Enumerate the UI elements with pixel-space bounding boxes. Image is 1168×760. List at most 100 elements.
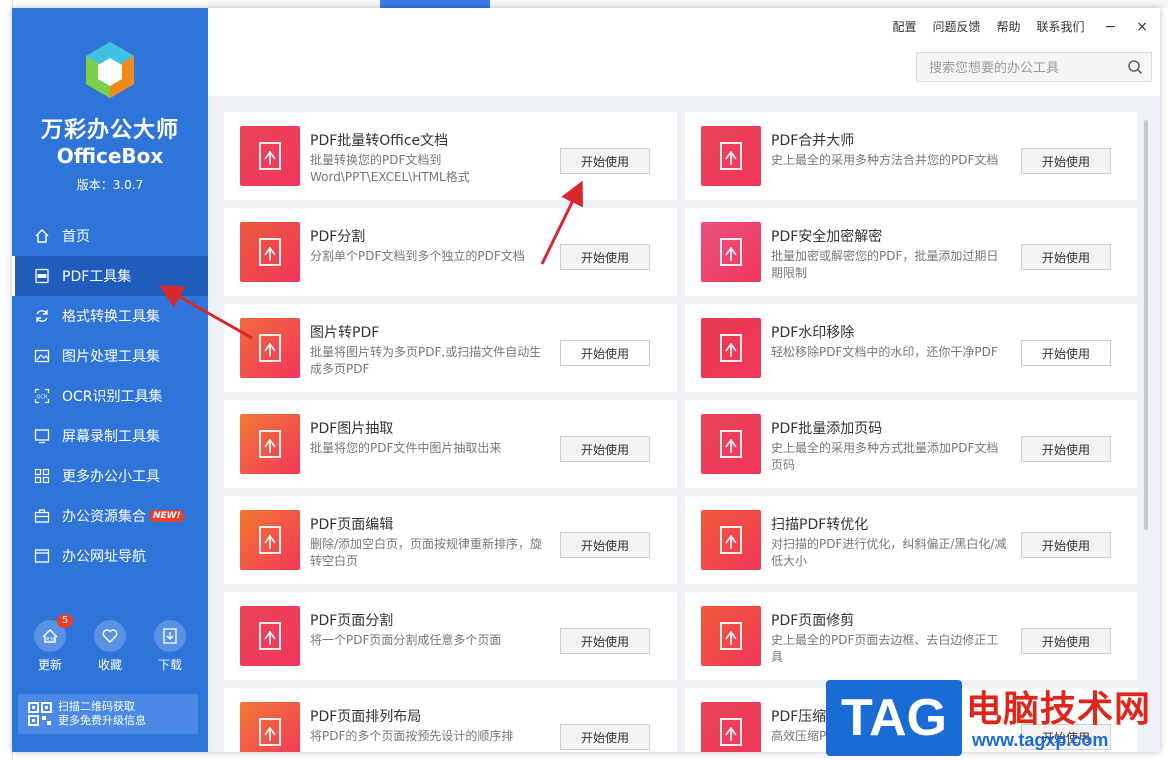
update-count-badge: 5 <box>57 614 73 628</box>
tool-title: PDF分割 <box>310 229 366 245</box>
qr-line-1: 扫描二维码获取 <box>58 700 135 713</box>
start-button[interactable]: 开始使用 <box>560 340 650 366</box>
qr-text: 扫描二维码获取 更多免费升级信息 <box>58 700 146 728</box>
sidebar-item-home[interactable]: 首页 <box>12 216 208 256</box>
start-button[interactable]: 开始使用 <box>560 532 650 558</box>
extract-image-icon <box>240 414 300 474</box>
sidebar-nav: 首页 PDF工具集 格式转换工具集 图片处理工具集 OCR OCR识别工具集 屏… <box>12 216 208 576</box>
tool-description: 史上最全的采用多种方式批量添加PDF文档页码 <box>771 441 999 472</box>
start-button[interactable]: 开始使用 <box>1021 340 1111 366</box>
menu-settings[interactable]: 配置 <box>892 18 916 35</box>
minimize-button[interactable]: − <box>1105 19 1117 35</box>
search-icon[interactable] <box>1127 59 1143 75</box>
sidebar-item-screen-record[interactable]: 屏幕录制工具集 <box>12 416 208 456</box>
tool-description: 对扫描的PDF进行优化，纠斜偏正/黑白化/减低大小 <box>771 537 1007 568</box>
sidebar-item-pdf-tools[interactable]: PDF工具集 <box>12 256 208 296</box>
tool-card[interactable]: PDF页面排列布局 将PDF的多个页面按预先设计的顺序排 开始使用 <box>224 688 677 752</box>
app-name-en: OfficeBox <box>56 144 164 168</box>
favorite-button[interactable]: 收藏 <box>85 620 135 673</box>
briefcase-icon <box>34 508 50 524</box>
tool-card[interactable]: PDF页面编辑删除/添加空白页，页面按规律重新排序，旋转空白页 开始使用 <box>224 496 677 584</box>
version-text: 版本：3.0.7 <box>12 176 208 193</box>
tool-title: PDF压缩 <box>771 709 827 725</box>
tool-card[interactable]: 图片转PDF 批量将图片转为多页PDF,或扫描文件自动生成多页PDF 开始使用 <box>224 304 677 392</box>
tool-card[interactable]: PDF批量转Office文档 批量转换您的PDF文档到Word\PPT\EXCEL… <box>224 112 677 200</box>
close-button[interactable]: × <box>1136 19 1148 35</box>
sidebar-item-ocr[interactable]: OCR OCR识别工具集 <box>12 376 208 416</box>
sidebar-item-more-tools[interactable]: 更多办公小工具 <box>12 456 208 496</box>
home-icon <box>34 228 50 244</box>
tool-card[interactable]: PDF分割 分割单个PDF文档到多个独立的PDF文档 开始使用 <box>224 208 677 296</box>
sidebar-item-web-nav[interactable]: 办公网址导航 <box>12 536 208 576</box>
search-input[interactable] <box>917 53 1121 83</box>
monitor-icon <box>34 428 50 444</box>
watermark-logo: TAG <box>826 680 962 756</box>
sidebar-item-label: OCR识别工具集 <box>62 389 163 405</box>
sidebar-item-image-tools[interactable]: 图片处理工具集 <box>12 336 208 376</box>
tool-title: 图片转PDF <box>310 325 380 341</box>
site-watermark: TAG 电脑技术网 www.tagxp.com <box>826 676 1166 760</box>
officebox-window: 万彩办公大师 OfficeBox 版本：3.0.7 首页 PDF工具集 格式转换… <box>12 8 1160 752</box>
watermark-title: 电脑技术网 <box>966 689 1152 730</box>
sidebar-actions: NEW 5 更新 收藏 下载 <box>12 614 208 673</box>
qr-promo[interactable]: 扫描二维码获取 更多免费升级信息 <box>18 694 198 734</box>
start-button[interactable]: 开始使用 <box>1021 628 1111 654</box>
menu-contact[interactable]: 联系我们 <box>1037 18 1085 35</box>
split-icon <box>240 222 300 282</box>
sidebar-item-format-convert[interactable]: 格式转换工具集 <box>12 296 208 336</box>
tool-title: PDF页面分割 <box>310 613 394 629</box>
start-button[interactable]: 开始使用 <box>560 148 650 174</box>
tool-card[interactable]: PDF水印移除 轻松移除PDF文档中的水印，还你干净PDF 开始使用 <box>685 304 1138 392</box>
sidebar-item-label: 办公网址导航 <box>62 549 146 565</box>
watermark-icon <box>701 318 761 378</box>
tool-title: PDF图片抽取 <box>310 421 394 437</box>
tool-title: PDF页面编辑 <box>310 517 394 533</box>
start-button[interactable]: 开始使用 <box>560 628 650 654</box>
tool-card[interactable]: PDF批量添加页码 史上最全的采用多种方式批量添加PDF文档页码 开始使用 <box>685 400 1138 488</box>
start-button[interactable]: 开始使用 <box>560 436 650 462</box>
compress-icon <box>701 702 761 752</box>
background-search-button <box>380 0 490 8</box>
new-badge: NEW! <box>150 510 184 522</box>
crop-icon <box>701 606 761 666</box>
watermark-url: www.tagxp.com <box>972 730 1109 750</box>
tool-card[interactable]: PDF安全加密解密 批量加密或解密您的PDF，批量添加过期日期限制 开始使用 <box>685 208 1138 296</box>
start-button[interactable]: 开始使用 <box>1021 436 1111 462</box>
tool-card[interactable]: PDF图片抽取批量将您的PDF文件中图片抽取出来 开始使用 <box>224 400 677 488</box>
download-button[interactable]: 下载 <box>145 620 195 673</box>
sidebar: 万彩办公大师 OfficeBox 版本：3.0.7 首页 PDF工具集 格式转换… <box>12 8 208 752</box>
tool-card[interactable]: PDF合并大师 史上最全的采用多种方法合并您的PDF文档 开始使用 <box>685 112 1138 200</box>
search-box <box>916 52 1152 83</box>
tool-card[interactable]: 扫描PDF转优化对扫描的PDF进行优化，纠斜偏正/黑白化/减低大小 开始使用 <box>685 496 1138 584</box>
background-browser-bar <box>208 0 1168 8</box>
start-button[interactable]: 开始使用 <box>1021 148 1111 174</box>
tool-description: 史上最全的采用多种方法合并您的PDF文档 <box>771 153 999 167</box>
tool-title: PDF水印移除 <box>771 325 855 341</box>
sidebar-item-label: 首页 <box>62 229 90 245</box>
layout-icon <box>240 702 300 752</box>
menu-feedback[interactable]: 问题反馈 <box>932 18 980 35</box>
ocr-icon: OCR <box>34 388 50 404</box>
tool-description: 批量加密或解密您的PDF，批量添加过期日期限制 <box>771 249 999 280</box>
pdf-icon <box>34 268 50 284</box>
start-button[interactable]: 开始使用 <box>560 724 650 750</box>
merge-icon <box>701 126 761 186</box>
tool-card[interactable]: PDF页面修剪 史上最全的PDF页面去边框、去白边修正工具 开始使用 <box>685 592 1138 680</box>
start-button[interactable]: 开始使用 <box>560 244 650 270</box>
tool-card[interactable]: PDF页面分割 将一个PDF页面分割成任意多个页面 开始使用 <box>224 592 677 680</box>
tool-title: 扫描PDF转优化 <box>771 517 869 533</box>
sidebar-item-office-resources[interactable]: 办公资源集合 NEW! <box>12 496 208 536</box>
tool-description: 批量转换您的PDF文档到Word\PPT\EXCEL\HTML格式 <box>310 153 470 184</box>
tool-description: 删除/添加空白页，页面按规律重新排序，旋转空白页 <box>310 537 543 568</box>
scan-icon <box>701 510 761 570</box>
start-button[interactable]: 开始使用 <box>1021 532 1111 558</box>
scrollbar[interactable] <box>1144 120 1148 530</box>
tool-grid: PDF批量转Office文档 批量转换您的PDF文档到Word\PPT\EXCEL… <box>224 112 1138 752</box>
download-icon <box>154 620 186 652</box>
start-button[interactable]: 开始使用 <box>1021 244 1111 270</box>
tool-description: 批量将您的PDF文件中图片抽取出来 <box>310 441 502 455</box>
version-label: 版本： <box>76 178 113 192</box>
menu-help[interactable]: 帮助 <box>997 18 1021 35</box>
version-number: 3.0.7 <box>112 178 144 192</box>
update-button[interactable]: NEW 5 更新 <box>25 614 75 673</box>
